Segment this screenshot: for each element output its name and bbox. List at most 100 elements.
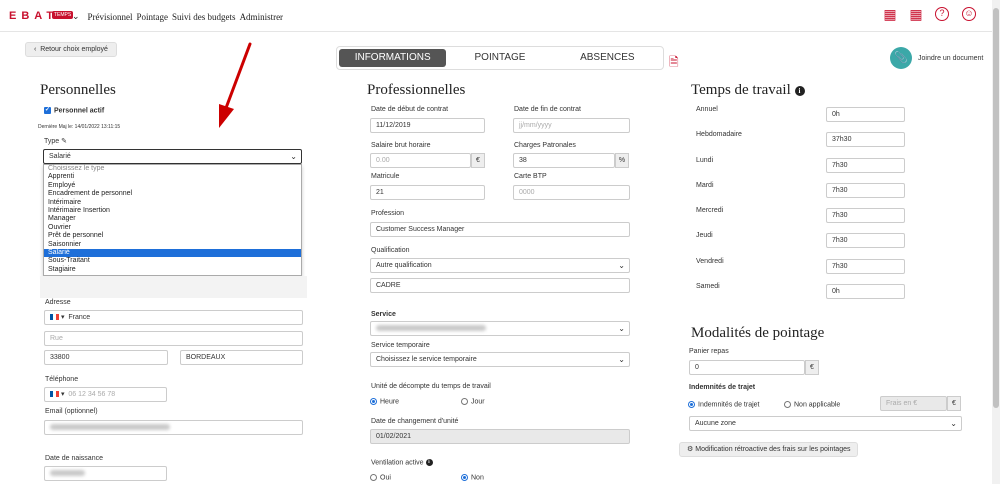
option-stagiaire[interactable]: Stagiaire — [44, 266, 301, 274]
temps-label-6: Vendredi — [696, 258, 724, 265]
tab-absences[interactable]: ABSENCES — [554, 49, 661, 67]
naissance-input[interactable] — [44, 466, 167, 481]
tabs: INFORMATIONS POINTAGE ABSENCES — [336, 46, 664, 70]
ville-input[interactable]: BORDEAUX — [180, 350, 303, 365]
temps-input-6[interactable]: 7h30 — [826, 259, 905, 274]
charges-label: Charges Patronales — [514, 142, 576, 149]
telephone-input[interactable]: ▾ 06 12 34 56 78 — [44, 387, 167, 402]
temps-input-2[interactable]: 7h30 — [826, 158, 905, 173]
nav-previsionnel[interactable]: Prévisionnel — [88, 12, 133, 22]
pdf-icon[interactable]: 🗎 — [669, 53, 679, 74]
indem-label: Indemnités de trajet — [689, 384, 756, 391]
temps-label-4: Mercredi — [696, 207, 724, 214]
user-icon[interactable]: ☺ — [962, 7, 976, 21]
type-label: Type ✎ — [44, 138, 68, 145]
service-temp-select[interactable]: Choisissez le service temporaire ⌄ — [370, 352, 630, 367]
option-manager[interactable]: Manager — [44, 215, 301, 223]
temps-input-5[interactable]: 7h30 — [826, 233, 905, 248]
option-interimaire[interactable]: Intérimaire — [44, 199, 301, 207]
heure-radio[interactable]: Heure — [370, 398, 399, 405]
personnelles-title: Personnelles — [40, 82, 116, 98]
debut-input[interactable]: 11/12/2019 — [370, 118, 485, 133]
zone-select[interactable]: Aucune zone ⌄ — [689, 416, 962, 431]
type-select[interactable]: Salarié ⌄ — [43, 149, 302, 164]
nav-pointage[interactable]: Pointage — [137, 12, 169, 22]
adresse-label: Adresse — [45, 299, 71, 306]
temps-input-7[interactable]: 0h — [826, 284, 905, 299]
join-document-label[interactable]: Joindre un document — [918, 55, 983, 62]
temps-label-0: Annuel — [696, 106, 718, 113]
help-icon[interactable]: ? — [935, 7, 949, 21]
logo[interactable]: EBAT — [9, 10, 58, 22]
matricule-label: Matricule — [371, 173, 400, 180]
btp-label: Carte BTP — [514, 173, 547, 180]
info-icon: i — [794, 85, 805, 96]
modif-retro-button[interactable]: ⚙ Modification rétroactive des frais sur… — [679, 442, 859, 457]
service-temp-label: Service temporaire — [371, 342, 430, 349]
chevron-down-icon: ⌄ — [618, 261, 625, 270]
option-interimaire-insertion[interactable]: Intérimaire Insertion — [44, 207, 301, 215]
salaire-input[interactable]: 0.00 — [370, 153, 471, 168]
service-select[interactable]: ⌄ — [370, 321, 630, 336]
pays-select[interactable]: ▾ France — [44, 310, 303, 325]
salaire-label: Salaire brut horaire — [371, 142, 431, 149]
jour-radio[interactable]: Jour — [461, 398, 485, 405]
chevron-down-icon[interactable]: ⌄ — [72, 11, 80, 22]
fin-input[interactable]: jj/mm/yyyy — [513, 118, 630, 133]
option-choisissez[interactable]: Choisissez le type — [44, 165, 301, 173]
logo-badge: TEMPS — [52, 11, 74, 19]
nav-suivi-budgets[interactable]: Suivi des budgets — [172, 12, 236, 22]
charges-input[interactable]: 38 — [513, 153, 615, 168]
temps-input-3[interactable]: 7h30 — [826, 183, 905, 198]
temps-input-1[interactable]: 37h30 — [826, 132, 905, 147]
modalites-title: Modalités de pointage — [691, 325, 825, 341]
scrollbar[interactable] — [992, 0, 1000, 484]
debut-label: Date de début de contrat — [371, 106, 449, 113]
building-icon[interactable]: ▦ — [882, 6, 898, 22]
oui-radio[interactable]: Oui — [370, 474, 391, 481]
temps-input-0[interactable]: 0h — [826, 107, 905, 122]
non-radio[interactable]: Non — [461, 474, 484, 481]
qualification-select[interactable]: Autre qualification ⌄ — [370, 258, 630, 273]
tab-informations[interactable]: INFORMATIONS — [339, 49, 447, 67]
indem-radio[interactable]: Indemnités de trajet — [688, 401, 759, 408]
qualification-detail-input[interactable]: CADRE — [370, 278, 630, 293]
personnel-actif-checkbox[interactable]: ✓ Personnel actif — [44, 107, 104, 114]
frais-input[interactable]: Frais en € — [880, 396, 947, 411]
btp-input[interactable]: 0000 — [513, 185, 630, 200]
temps-title: Temps de travail i — [691, 82, 805, 99]
paperclip-icon[interactable]: 📎 — [890, 47, 912, 69]
join-document[interactable]: 📎 Joindre un document — [890, 47, 983, 69]
option-sous-traitant[interactable]: Sous-Traitant — [44, 257, 301, 265]
chevron-down-icon: ⌄ — [618, 324, 625, 333]
temps-input-4[interactable]: 7h30 — [826, 208, 905, 223]
euro-addon: € — [471, 153, 485, 168]
ventil-label: Ventilation active i — [371, 459, 433, 466]
option-employe[interactable]: Employé — [44, 182, 301, 190]
chg-unite-input[interactable]: 01/02/2021 — [370, 429, 630, 444]
building-alt-icon[interactable]: ▦ — [908, 6, 924, 22]
non-applicable-radio[interactable]: Non applicable — [784, 401, 840, 408]
top-bar: EBAT TEMPS ⌄ Prévisionnel Pointage Suivi… — [0, 0, 992, 32]
percent-addon: % — [615, 153, 629, 168]
rue-input[interactable]: Rue — [44, 331, 303, 346]
fin-label: Date de fin de contrat — [514, 106, 581, 113]
matricule-input[interactable]: 21 — [370, 185, 485, 200]
tab-pointage[interactable]: POINTAGE — [446, 49, 553, 67]
email-input[interactable] — [44, 420, 303, 435]
option-salarie[interactable]: Salarié — [44, 248, 301, 258]
option-apprenti[interactable]: Apprenti — [44, 173, 301, 181]
nav-administrer[interactable]: Administrer — [240, 12, 284, 22]
option-ouvrier[interactable]: Ouvrier — [44, 224, 301, 232]
option-saisonnier[interactable]: Saisonnier — [44, 241, 301, 249]
back-button[interactable]: ‹ Retour choix employé — [25, 42, 117, 57]
temps-label-1: Hebdomadaire — [696, 131, 742, 138]
temps-label-3: Mardi — [696, 182, 714, 189]
option-encadrement[interactable]: Encadrement de personnel — [44, 190, 301, 198]
cp-input[interactable]: 33800 — [44, 350, 168, 365]
pencil-icon[interactable]: ✎ — [61, 138, 67, 145]
temps-label-5: Jeudi — [696, 232, 713, 239]
profession-input[interactable]: Customer Success Manager — [370, 222, 630, 237]
panier-input[interactable]: 0 — [689, 360, 805, 375]
option-pret[interactable]: Prêt de personnel — [44, 232, 301, 240]
